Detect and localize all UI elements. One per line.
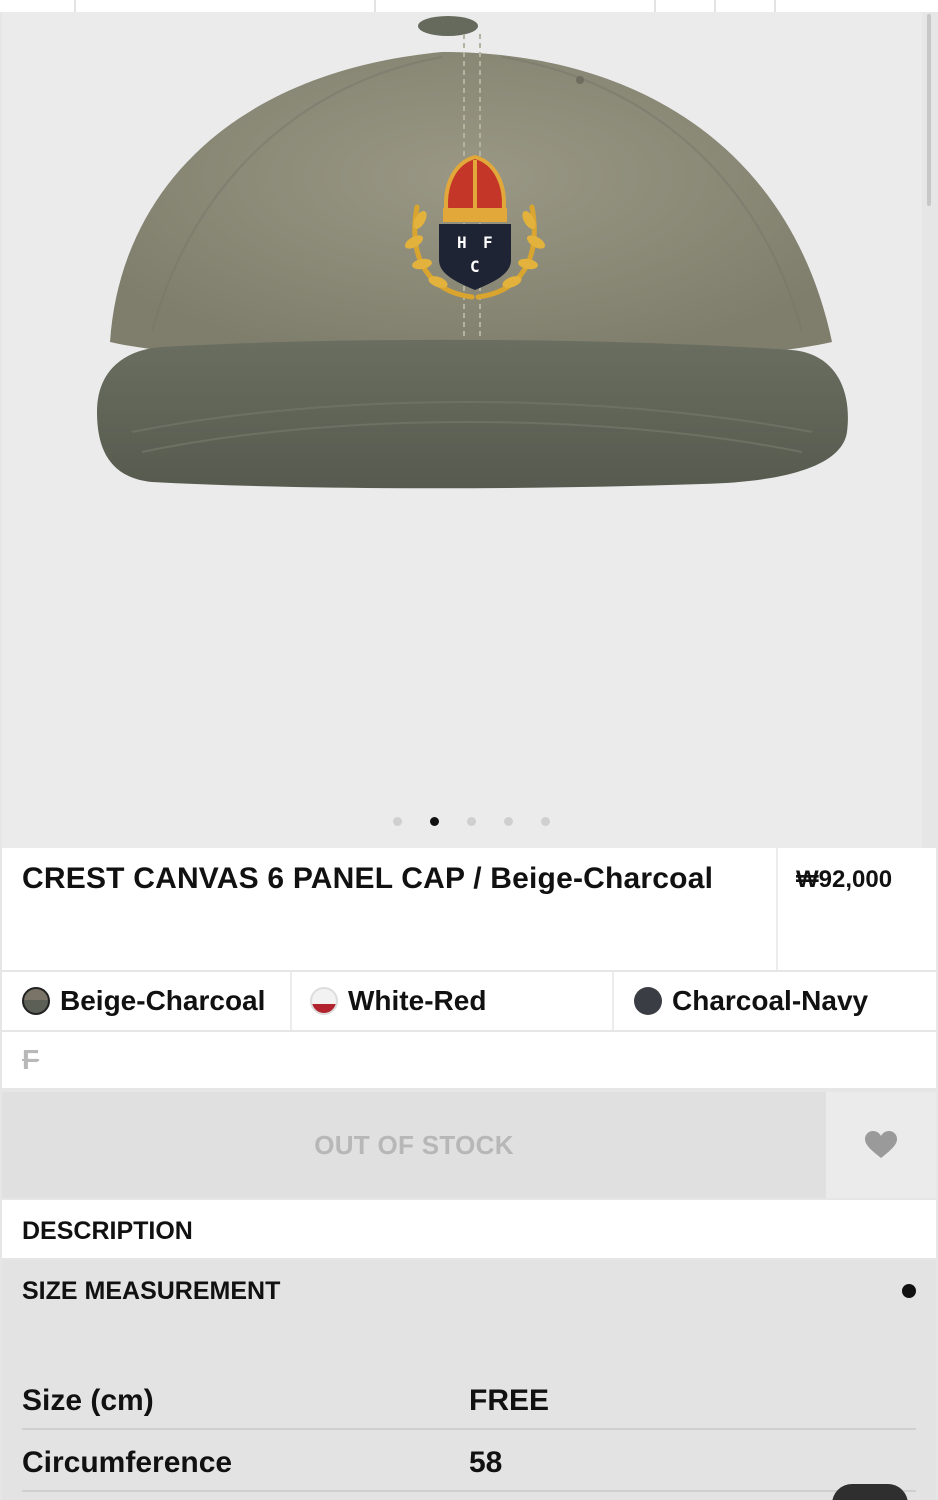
- color-option-charcoal-navy[interactable]: Charcoal-Navy: [634, 972, 868, 1030]
- product-price: ₩92,000: [796, 866, 893, 893]
- out-of-stock-label: OUT OF STOCK: [314, 1129, 514, 1160]
- color-option-beige-charcoal[interactable]: Beige-Charcoal: [22, 972, 265, 1030]
- crest-letter: H: [457, 233, 467, 252]
- gallery-dot[interactable]: [392, 816, 402, 826]
- measurement-value: FREE: [469, 1384, 550, 1417]
- white-red-swatch: [310, 987, 338, 1015]
- description-section[interactable]: DESCRIPTION: [2, 1200, 936, 1258]
- product-image-gallery[interactable]: H F C: [2, 12, 922, 848]
- measurement-value: 58: [469, 1446, 503, 1479]
- measurement-label: Circumference: [22, 1446, 233, 1479]
- crest-letter: C: [470, 257, 480, 276]
- beige-charcoal-swatch: [22, 987, 50, 1015]
- tab-divider: [374, 0, 376, 12]
- size-option-f[interactable]: F: [22, 1044, 39, 1076]
- tab-divider: [74, 0, 76, 12]
- color-option-white-red[interactable]: White-Red: [310, 972, 486, 1030]
- scrollbar-thumb[interactable]: [927, 14, 931, 206]
- gallery-dot[interactable]: [429, 816, 439, 826]
- size-measurement-section[interactable]: SIZE MEASUREMENT Size (cm) FREE Circumfe…: [2, 1260, 936, 1500]
- chat-button[interactable]: [832, 1484, 908, 1500]
- product-header: CREST CANVAS 6 PANEL CAP / Beige-Charcoa…: [2, 848, 936, 970]
- color-option-label: Charcoal-Navy: [672, 985, 869, 1016]
- crest-letter: F: [483, 233, 493, 252]
- product-title: CREST CANVAS 6 PANEL CAP / Beige-Charcoa…: [22, 862, 714, 895]
- color-option-label: Beige-Charcoal: [60, 985, 266, 1016]
- wishlist-button[interactable]: [826, 1092, 936, 1198]
- header-tabs-strip: [0, 0, 938, 12]
- gallery-dot[interactable]: [540, 816, 550, 826]
- divider: [612, 972, 614, 1030]
- gallery-pagination: [2, 814, 922, 828]
- divider: [776, 848, 778, 970]
- expanded-indicator-icon: [902, 1284, 916, 1298]
- size-measurement-heading: SIZE MEASUREMENT: [22, 1277, 281, 1305]
- hat-image: H F C: [97, 16, 848, 489]
- heart-icon: [865, 1131, 897, 1158]
- measurement-label: Size (cm): [22, 1384, 154, 1417]
- measurement-row: Size (cm) FREE: [22, 1370, 916, 1430]
- gallery-dot[interactable]: [503, 816, 513, 826]
- tab-divider: [774, 0, 776, 12]
- tab-divider: [714, 0, 716, 12]
- color-option-label: White-Red: [348, 985, 487, 1016]
- description-heading: DESCRIPTION: [22, 1217, 193, 1245]
- scrollbar[interactable]: [924, 12, 934, 848]
- charcoal-navy-swatch: [634, 987, 662, 1015]
- measurement-row: Circumference 58: [22, 1432, 916, 1492]
- divider: [290, 972, 292, 1030]
- out-of-stock-button[interactable]: OUT OF STOCK: [2, 1092, 826, 1198]
- tab-divider: [654, 0, 656, 12]
- color-options: Beige-Charcoal White-Red Charcoal-Navy: [2, 972, 936, 1030]
- size-options: F: [2, 1032, 936, 1088]
- gallery-dot[interactable]: [466, 816, 476, 826]
